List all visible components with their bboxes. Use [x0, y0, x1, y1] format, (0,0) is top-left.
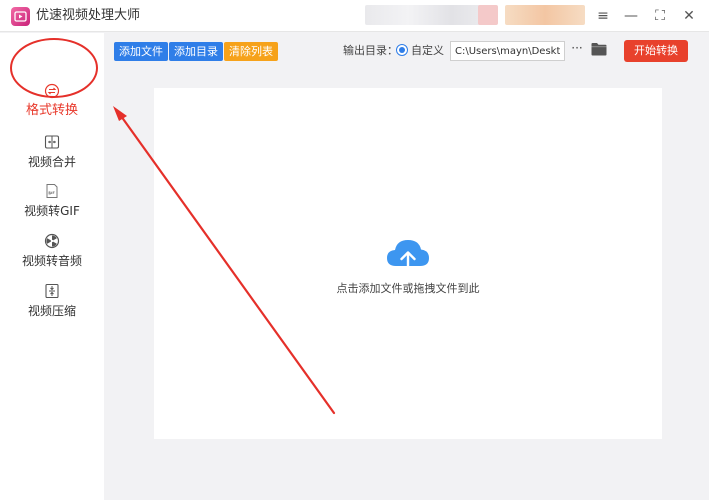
folder-icon[interactable] [591, 42, 607, 56]
sidebar-item-label: 视频转GIF [24, 204, 80, 218]
sidebar-item-video-to-gif[interactable]: 视频转GIF [0, 183, 104, 231]
title-bar: 优速视频处理大师 ≡ — ⛶ ✕ [0, 0, 709, 32]
file-drop-zone[interactable]: 点击添加文件或拖拽文件到此 [154, 88, 662, 439]
output-dir-label: 输出目录： [343, 44, 398, 57]
sidebar-item-label: 视频压缩 [27, 304, 76, 318]
sidebar-item-label: 视频转音频 [21, 254, 82, 268]
sidebar-item-label: 格式转换 [25, 103, 78, 118]
compress-icon [45, 283, 59, 299]
app-title: 优速视频处理大师 [36, 8, 141, 23]
maximize-icon[interactable]: ⛶ [650, 6, 670, 26]
blurred-region [505, 5, 585, 25]
close-icon[interactable]: ✕ [679, 6, 699, 26]
add-folder-button[interactable]: 添加目录 [169, 42, 223, 61]
custom-radio[interactable] [396, 44, 408, 56]
sidebar-item-label: 视频合并 [27, 155, 76, 169]
sidebar: 格式转换 视频合并 视频转GIF 视频转音频 视频压缩 [0, 33, 104, 500]
sidebar-item-video-compress[interactable]: 视频压缩 [0, 283, 104, 331]
custom-radio-label[interactable]: 自定义 [411, 43, 444, 59]
audio-icon [44, 233, 60, 249]
cloud-upload-icon[interactable] [385, 236, 431, 276]
video-merge-icon [44, 135, 60, 149]
output-path-input[interactable] [450, 41, 565, 61]
sidebar-item-video-to-audio[interactable]: 视频转音频 [0, 233, 104, 281]
sidebar-item-video-merge[interactable]: 视频合并 [0, 134, 104, 182]
menu-icon[interactable]: ≡ [593, 6, 613, 26]
blurred-region [478, 5, 498, 25]
blurred-region [365, 5, 495, 25]
minimize-icon[interactable]: — [621, 6, 641, 26]
gif-icon [46, 184, 58, 198]
drop-hint-text: 点击添加文件或拖拽文件到此 [336, 282, 480, 295]
more-options-button[interactable]: ··· [570, 40, 584, 56]
annotation-ring [10, 38, 98, 98]
add-file-button[interactable]: 添加文件 [114, 42, 168, 61]
start-convert-button[interactable]: 开始转换 [624, 40, 688, 62]
clear-list-button[interactable]: 清除列表 [224, 42, 278, 61]
app-logo-icon [11, 7, 30, 26]
